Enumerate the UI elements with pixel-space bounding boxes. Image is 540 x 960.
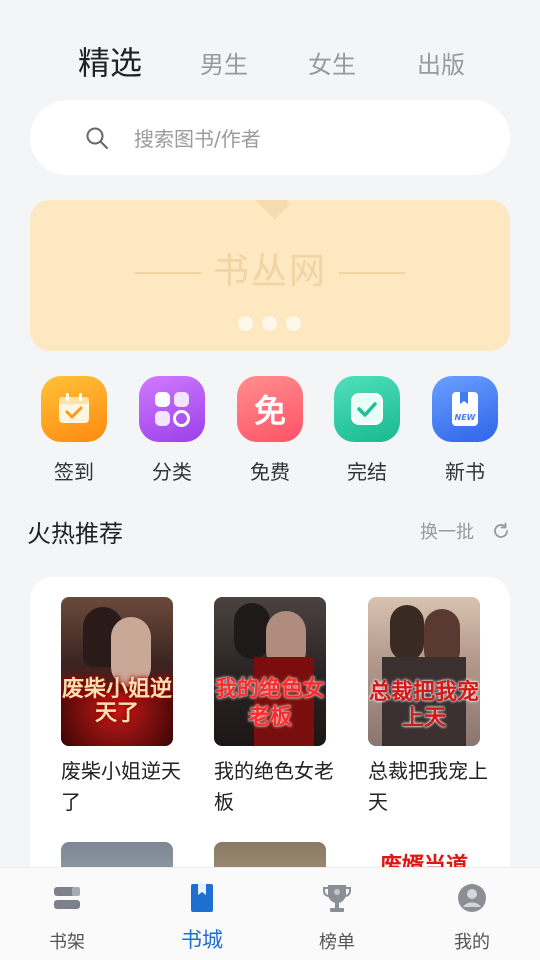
- checkin-calendar-icon: [41, 376, 107, 442]
- cover-title: 我的绝色女老板: [214, 676, 325, 730]
- bookstore-icon: [191, 884, 213, 912]
- nav-bookstore[interactable]: 书城: [152, 882, 252, 954]
- category-grid-icon: [139, 376, 205, 442]
- book-cover[interactable]: 我的绝色女老板: [214, 597, 326, 746]
- quick-action-label: 签到: [54, 460, 94, 484]
- nav-profile[interactable]: 我的: [422, 882, 522, 954]
- quick-action-label: 免费: [250, 460, 290, 484]
- new-badge: NEW: [455, 413, 477, 422]
- cover-title: 废柴小姐逆天了: [61, 676, 172, 726]
- tab-male[interactable]: 男生: [200, 45, 248, 80]
- carousel-dots: [238, 316, 301, 331]
- book-item[interactable]: 废柴小姐逆天了 废柴小姐逆天了: [61, 597, 191, 818]
- banner-notch: [249, 200, 291, 220]
- carousel-dot[interactable]: [262, 316, 277, 331]
- tab-published[interactable]: 出版: [417, 45, 465, 80]
- nav-bookshelf[interactable]: 书架: [17, 882, 117, 954]
- carousel-dot[interactable]: [238, 316, 253, 331]
- category-tabs: 精选 男生 女生 出版: [0, 36, 540, 84]
- profile-icon: [458, 884, 486, 912]
- quick-action-label: 完结: [347, 460, 387, 484]
- quick-action-checkin[interactable]: 签到: [29, 376, 119, 485]
- quick-action-label: 新书: [445, 460, 485, 484]
- book-cover[interactable]: 总裁把我宠上天: [368, 597, 480, 746]
- free-icon: 免: [237, 376, 303, 442]
- bookshelf-icon: [54, 887, 80, 909]
- bottom-nav: 书架 书城 榜单 我的: [0, 867, 540, 960]
- cover-title: 总裁把我宠上天: [368, 679, 479, 731]
- quick-action-label: 分类: [152, 460, 192, 484]
- book-title: 我的绝色女老板: [214, 759, 334, 814]
- trophy-icon: [323, 885, 351, 912]
- quick-action-new-books[interactable]: NEW 新书: [420, 376, 510, 485]
- book-item[interactable]: 总裁把我宠上天 总裁把我宠上天: [368, 597, 498, 818]
- quick-action-free[interactable]: 免 免费: [225, 376, 315, 485]
- search-icon: [86, 127, 108, 149]
- quick-actions: 签到 分类 免 免费 完结 NEW 新书: [0, 376, 540, 486]
- refresh-icon: [494, 522, 508, 538]
- book-cover[interactable]: 废柴小姐逆天了: [61, 597, 173, 746]
- book-item[interactable]: 我的绝色女老板 我的绝色女老板: [214, 597, 344, 818]
- nav-ranking[interactable]: 榜单: [287, 882, 387, 954]
- nav-label: 书架: [49, 932, 85, 953]
- nav-label: 书城: [181, 928, 223, 952]
- tab-featured[interactable]: 精选: [78, 38, 142, 84]
- promo-banner[interactable]: 书丛网: [30, 200, 510, 351]
- search-placeholder: 搜索图书/作者: [134, 127, 261, 151]
- nav-label: 我的: [454, 932, 490, 953]
- book-title: 总裁把我宠上天: [368, 759, 488, 814]
- search-input[interactable]: 搜索图书/作者: [30, 100, 510, 175]
- banner-brand-text: 书丛网: [212, 251, 327, 292]
- refresh-label: 换一批: [420, 522, 474, 543]
- free-glyph: 免: [253, 392, 286, 430]
- section-title: 火热推荐: [27, 520, 123, 548]
- book-title: 废柴小姐逆天了: [61, 759, 181, 814]
- carousel-dot[interactable]: [286, 316, 301, 331]
- quick-action-category[interactable]: 分类: [127, 376, 217, 485]
- nav-label: 榜单: [319, 932, 355, 953]
- tab-female[interactable]: 女生: [308, 45, 356, 80]
- refresh-button[interactable]: 换一批: [420, 518, 510, 544]
- quick-action-finished[interactable]: 完结: [322, 376, 412, 485]
- banner-brand: 书丛网: [30, 242, 510, 294]
- new-book-icon: NEW: [432, 376, 498, 442]
- finished-check-icon: [334, 376, 400, 442]
